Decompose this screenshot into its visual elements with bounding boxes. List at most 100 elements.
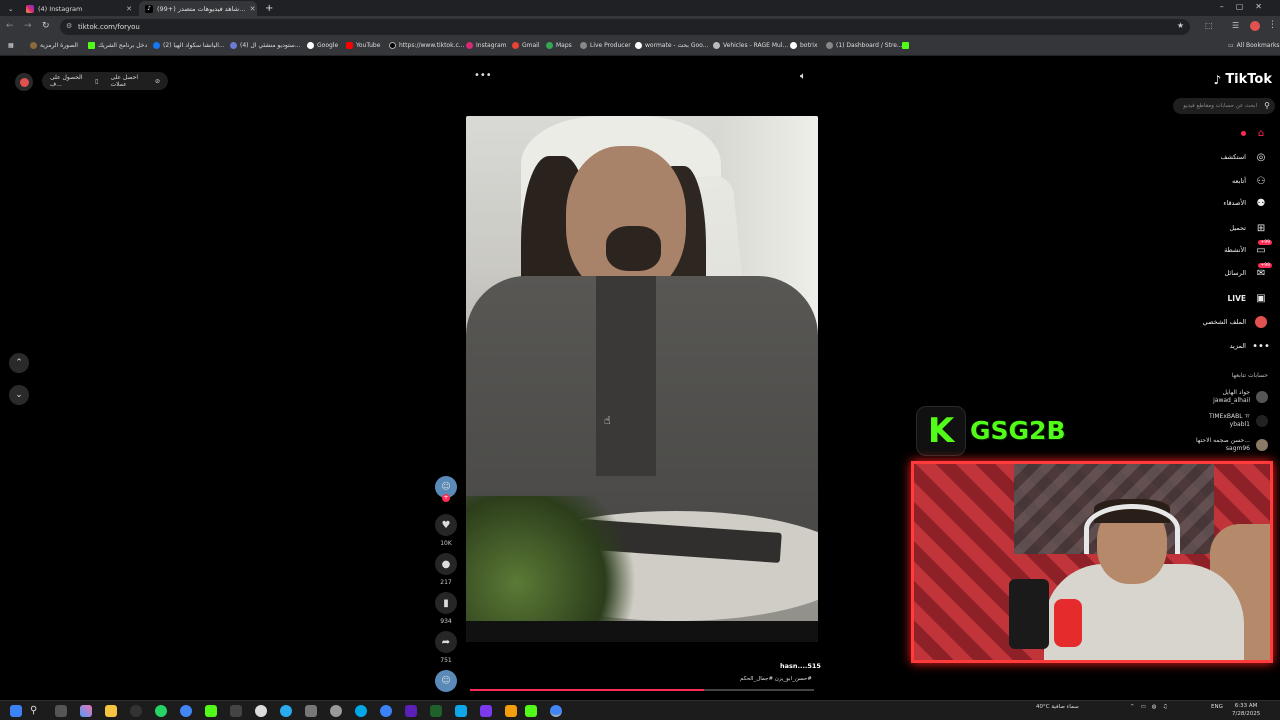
obs-icon[interactable] bbox=[130, 705, 142, 717]
app-icon[interactable] bbox=[330, 705, 342, 717]
extensions-icon[interactable]: ⬚ bbox=[1205, 21, 1213, 30]
next-video-button[interactable]: ⌄ bbox=[9, 385, 29, 405]
bookmark-item[interactable]: Instagram bbox=[466, 42, 507, 49]
following-item[interactable]: حسن صجمه الاحتها... sagm96 bbox=[1196, 437, 1268, 453]
bookmark-item[interactable]: Gmail bbox=[512, 42, 540, 49]
app-icon[interactable] bbox=[380, 705, 392, 717]
tab-instagram[interactable]: (4) Instagram ✕ bbox=[20, 1, 138, 16]
compass-icon: ◎ bbox=[1256, 151, 1266, 163]
skype-icon[interactable] bbox=[355, 705, 367, 717]
bookmark-item[interactable]: YouTube bbox=[346, 42, 380, 49]
more-options-icon[interactable]: ••• bbox=[474, 70, 492, 81]
chrome-active-icon[interactable] bbox=[550, 705, 562, 717]
kick-icon[interactable] bbox=[525, 705, 537, 717]
creator-avatar[interactable]: ☺ + bbox=[434, 476, 458, 502]
nav-more[interactable]: ••• المزيد bbox=[1230, 337, 1270, 355]
new-tab-button[interactable]: + bbox=[259, 1, 273, 16]
messages-icon: ✉ 99+ bbox=[1256, 263, 1272, 279]
profile-avatar[interactable] bbox=[1250, 21, 1260, 31]
following-item[interactable]: جواد الهايل jawad_alhail bbox=[1213, 389, 1268, 405]
tab-tiktok[interactable]: ♪ (99+) شاهد فيديوهات متصدر… ✕ bbox=[139, 1, 257, 16]
video-tags[interactable]: #حسن_ابو_يزن #جمال_الحكم bbox=[740, 676, 812, 682]
app-icon[interactable] bbox=[230, 705, 242, 717]
site-info-icon[interactable]: ⚙ bbox=[66, 22, 72, 30]
edge-icon[interactable] bbox=[455, 705, 467, 717]
close-icon[interactable]: ✕ bbox=[126, 5, 132, 13]
whatsapp-icon[interactable] bbox=[155, 705, 167, 717]
bookmark-item[interactable]: (2) اليانشا سكواد الهيا... bbox=[153, 42, 225, 49]
search-icon[interactable]: ⚲ bbox=[30, 705, 42, 717]
like-button[interactable]: ♥ 10K bbox=[434, 514, 458, 547]
bookmark-item[interactable]: (1) Dashboard / Stre... bbox=[826, 42, 903, 49]
close-icon[interactable]: ✕ bbox=[250, 5, 256, 13]
app-icon[interactable] bbox=[255, 705, 267, 717]
all-bookmarks-button[interactable]: ▭ All Bookmarks bbox=[1228, 42, 1280, 49]
bookmark-item[interactable]: botrix bbox=[790, 42, 818, 49]
bookmark-item[interactable]: Vehicles - RAGE Mul... bbox=[713, 42, 788, 49]
telegram-icon[interactable] bbox=[280, 705, 292, 717]
bookmark-item[interactable] bbox=[902, 42, 909, 49]
menu-icon[interactable]: ⋮ bbox=[1268, 20, 1277, 30]
nav-activity[interactable]: ▭ 99+ الأنشطة bbox=[1224, 240, 1272, 259]
get-app-button[interactable]: الحصول على ف... ▯ bbox=[50, 74, 98, 88]
apps-icon[interactable]: ▦ bbox=[8, 42, 14, 49]
language-indicator[interactable]: ENG bbox=[1211, 704, 1223, 710]
video-player[interactable]: ☝ bbox=[466, 116, 818, 642]
music-disc[interactable]: ☺ bbox=[434, 670, 458, 692]
bookmark-item[interactable]: Maps bbox=[546, 42, 572, 49]
nav-friends[interactable]: ⚉ الأصدقاء bbox=[1223, 194, 1268, 212]
file-explorer-icon[interactable] bbox=[105, 705, 117, 717]
share-button[interactable]: ➦ 751 bbox=[434, 631, 458, 664]
back-icon[interactable]: ← bbox=[6, 21, 14, 31]
bookmark-item[interactable]: (4) ستوديو منشئي ال... bbox=[230, 42, 301, 49]
nav-following[interactable]: ⚇ أتابعه bbox=[1232, 172, 1268, 190]
search-input[interactable]: ابحث عن حسابات ومقاطع فيديو ⚲ bbox=[1173, 98, 1275, 114]
kick-icon[interactable] bbox=[205, 705, 217, 717]
reload-icon[interactable]: ↻ bbox=[42, 21, 50, 31]
bookmark-item[interactable]: https://www.tiktok.c... bbox=[389, 42, 465, 49]
kick-logo: K bbox=[916, 406, 966, 456]
bookmark-item[interactable]: Google bbox=[307, 42, 338, 49]
following-item[interactable]: TIMExBABL ㅠ ybabl1 bbox=[1209, 413, 1268, 429]
address-bar[interactable]: ⚙ tiktok.com/foryou ★ bbox=[60, 19, 1190, 35]
video-progress-bar[interactable] bbox=[470, 689, 814, 691]
instagram-icon bbox=[26, 4, 34, 13]
bookmark-item[interactable]: Live Producer bbox=[580, 42, 631, 49]
task-view-icon[interactable] bbox=[55, 705, 67, 717]
premiere-icon[interactable] bbox=[405, 705, 417, 717]
nav-upload[interactable]: ⊞ تحميل bbox=[1229, 219, 1268, 237]
tiktok-logo[interactable]: ♪ TikTok bbox=[1214, 72, 1272, 87]
browser-tab-strip: ⌄ (4) Instagram ✕ ♪ (99+) شاهد فيديوهات … bbox=[0, 0, 1280, 16]
star-icon[interactable]: ★ bbox=[1177, 21, 1184, 30]
tab-search-button[interactable]: ⌄ bbox=[2, 1, 16, 16]
app-icon[interactable] bbox=[430, 705, 442, 717]
get-coins-button[interactable]: احصل على عملات ⊘ bbox=[110, 74, 160, 88]
app-icon[interactable] bbox=[480, 705, 492, 717]
window-controls[interactable]: –▢✕ bbox=[1220, 2, 1274, 11]
bookmark-item[interactable]: الصورة الرمزية bbox=[30, 42, 78, 49]
nav-profile[interactable]: الملف الشخصي bbox=[1203, 313, 1268, 331]
nav-messages[interactable]: ✉ 99+ الرسائل bbox=[1224, 263, 1272, 282]
tab-groups-icon[interactable]: ☰ bbox=[1232, 21, 1239, 30]
channel-name: GSG2B bbox=[970, 416, 1066, 445]
video-author[interactable]: hasn....515 bbox=[780, 662, 821, 670]
clock[interactable]: 6:33 AM 7/28/2025 bbox=[1232, 702, 1260, 718]
save-button[interactable]: ▮ 934 bbox=[434, 592, 458, 625]
nav-explore[interactable]: ◎ استكشف bbox=[1221, 148, 1268, 166]
forward-icon[interactable]: → bbox=[24, 21, 32, 31]
nav-live[interactable]: ▣ LIVE bbox=[1228, 289, 1269, 307]
app-icon[interactable] bbox=[305, 705, 317, 717]
avatar[interactable] bbox=[15, 73, 33, 91]
weather-widget[interactable]: 40°C سماء صافية bbox=[1036, 704, 1079, 710]
copilot-icon[interactable] bbox=[80, 705, 92, 717]
comment-button[interactable]: ● 217 bbox=[434, 553, 458, 586]
app-icon[interactable] bbox=[505, 705, 517, 717]
previous-video-button[interactable]: ⌃ bbox=[9, 353, 29, 373]
volume-icon[interactable]: 🔈︎ bbox=[800, 71, 806, 82]
chrome-icon[interactable] bbox=[180, 705, 192, 717]
tray-icons[interactable]: ⌃▭◍♫ bbox=[1130, 704, 1174, 710]
bookmark-item[interactable]: wormate - بحث Goo... bbox=[635, 42, 708, 49]
bookmark-item[interactable]: دخل برنامج الشريك bbox=[88, 42, 147, 49]
start-icon[interactable] bbox=[10, 705, 22, 717]
nav-home[interactable]: ⌂ bbox=[1241, 124, 1268, 142]
